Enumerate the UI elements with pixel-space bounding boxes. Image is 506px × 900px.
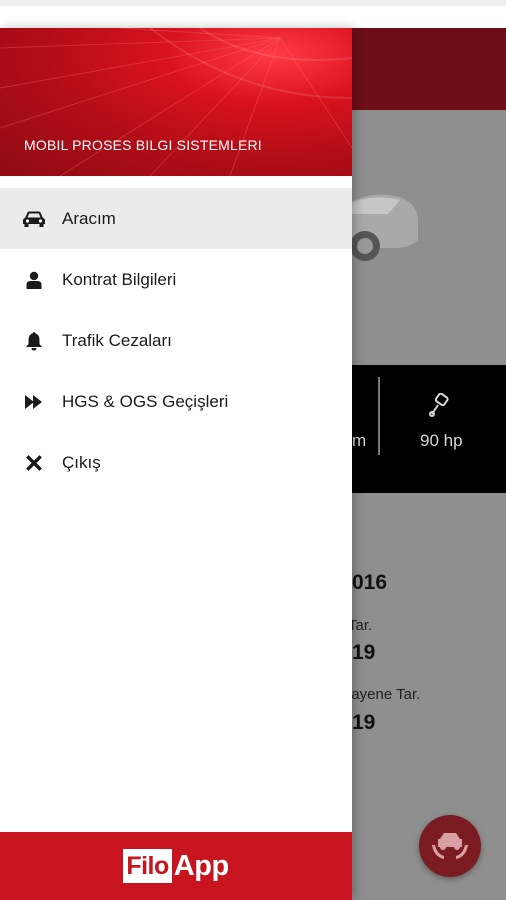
- user-icon: [22, 270, 46, 290]
- status-bar-strip: [0, 0, 506, 6]
- fast-forward-icon: [22, 392, 46, 412]
- menu-item-label: Aracım: [62, 208, 116, 228]
- navigation-drawer: MOBIL PROSES BILGI SISTEMLERI Aracım Kon…: [0, 28, 352, 900]
- info-year-1: 016: [352, 571, 388, 594]
- menu-item-aracim[interactable]: Aracım: [0, 188, 352, 249]
- drawer-menu: Aracım Kontrat Bilgileri Trafik Cezaları: [0, 188, 352, 493]
- info-year-3: 19: [352, 711, 376, 734]
- filoapp-logo: Filo App: [123, 849, 229, 883]
- drawer-header: MOBIL PROSES BILGI SISTEMLERI: [0, 28, 352, 176]
- menu-item-hgs-ogs-gecisleri[interactable]: HGS & OGS Geçişleri: [0, 371, 352, 432]
- header-background-graphic: [0, 28, 352, 176]
- car-hands-icon: [432, 833, 468, 859]
- info-label-2: uayene Tar.: [343, 686, 421, 703]
- drawer-footer: Filo App: [0, 832, 352, 900]
- car-icon: [22, 209, 46, 229]
- bell-icon: [22, 331, 46, 351]
- spec-divider: [378, 377, 380, 455]
- menu-item-kontrat-bilgileri[interactable]: Kontrat Bilgileri: [0, 249, 352, 310]
- menu-item-label: Kontrat Bilgileri: [62, 269, 177, 289]
- close-icon: [22, 453, 46, 473]
- menu-item-label: Trafik Cezaları: [62, 330, 172, 350]
- menu-item-label: HGS & OGS Geçişleri: [62, 391, 229, 411]
- car-image: [340, 194, 418, 261]
- status-bar: [0, 0, 506, 28]
- spec-engine-value: m: [352, 431, 367, 450]
- drawer-subtitle: MOBIL PROSES BILGI SISTEMLERI: [24, 137, 262, 153]
- spec-power-value: 90 hp: [420, 431, 463, 450]
- vehicle-service-fab[interactable]: [419, 815, 481, 877]
- menu-item-trafik-cezalari[interactable]: Trafik Cezaları: [0, 310, 352, 371]
- logo-text-filo: Filo: [123, 849, 172, 883]
- menu-item-label: Çıkış: [62, 452, 101, 472]
- menu-item-cikis[interactable]: Çıkış: [0, 432, 352, 493]
- info-year-2: 19: [352, 641, 376, 664]
- logo-text-app: App: [173, 849, 229, 882]
- piston-icon: [429, 393, 449, 417]
